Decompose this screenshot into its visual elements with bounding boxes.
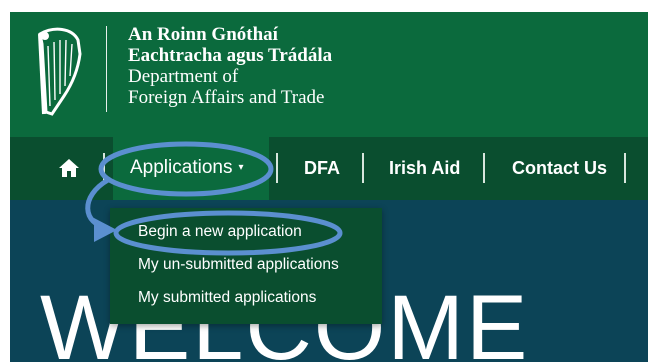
- nav-dfa[interactable]: DFA: [304, 157, 340, 179]
- main-navigation: Applications ▾ DFA Irish Aid Contact Us: [10, 137, 648, 200]
- nav-contact-us[interactable]: Contact Us: [512, 157, 607, 179]
- chevron-down-icon: ▾: [238, 162, 244, 173]
- nav-applications-label: Applications: [130, 157, 233, 179]
- applications-dropdown-menu: Begin a new application My un-submitted …: [110, 208, 382, 324]
- menu-item-submitted-applications[interactable]: My submitted applications: [138, 288, 316, 308]
- home-icon[interactable]: [58, 157, 80, 179]
- page-frame: An Roinn Gnóthaí Eachtracha agus Trádála…: [10, 12, 648, 362]
- nav-separator: [362, 153, 364, 183]
- nav-separator: [276, 153, 278, 183]
- nav-applications[interactable]: Applications ▾: [130, 157, 243, 179]
- nav-irish-aid[interactable]: Irish Aid: [389, 157, 460, 179]
- harp-icon: [38, 27, 82, 116]
- logo-irish-line-2: Eachtracha agus Trádála: [128, 45, 333, 66]
- menu-item-unsubmitted-applications[interactable]: My un-submitted applications: [138, 255, 339, 275]
- nav-separator: [103, 153, 105, 183]
- nav-separator: [483, 153, 485, 183]
- menu-item-begin-new-application[interactable]: Begin a new application: [138, 222, 302, 242]
- logo-english-line-2: Foreign Affairs and Trade: [128, 87, 325, 108]
- logo-english-line-1: Department of: [128, 66, 239, 87]
- site-header: An Roinn Gnóthaí Eachtracha agus Trádála…: [10, 12, 648, 137]
- nav-separator: [624, 153, 626, 183]
- department-logo-text[interactable]: An Roinn Gnóthaí Eachtracha agus Trádála…: [128, 24, 332, 108]
- logo-irish-line-1: An Roinn Gnóthaí: [128, 24, 278, 45]
- logo-divider: [106, 26, 107, 112]
